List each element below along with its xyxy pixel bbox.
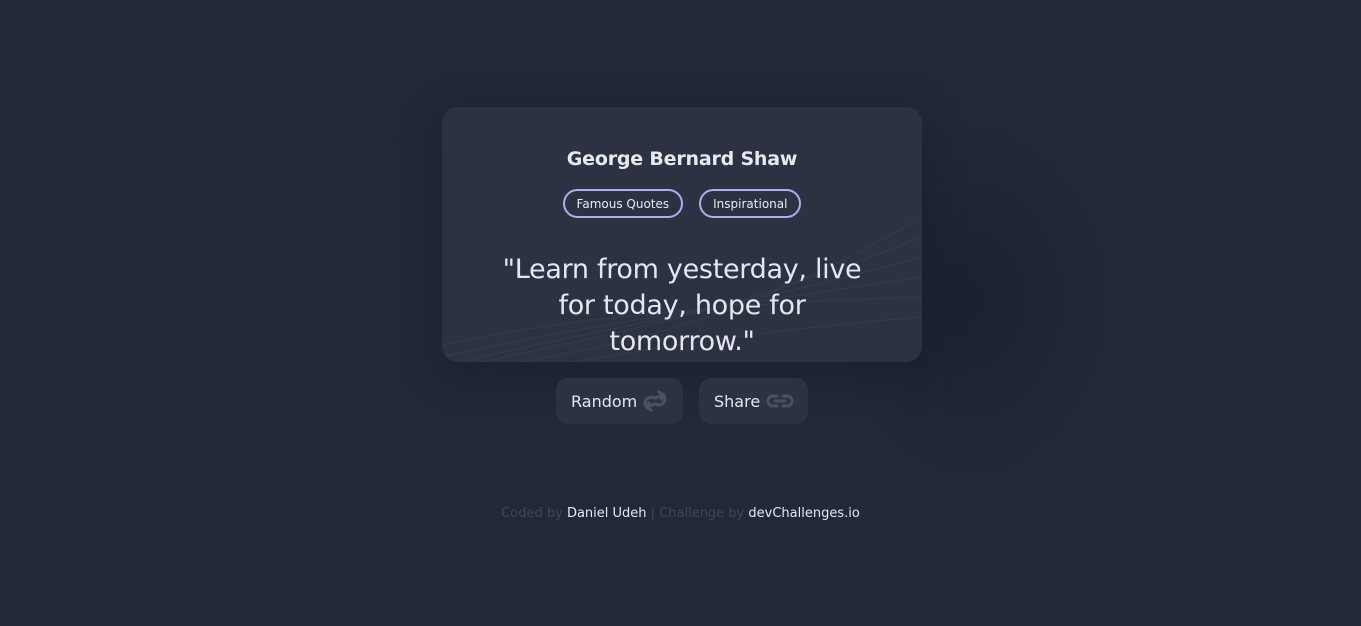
tag-inspirational[interactable]: Inspirational bbox=[699, 189, 802, 218]
link-icon bbox=[766, 389, 794, 413]
random-button-label: Random bbox=[571, 391, 638, 411]
random-button[interactable]: Random bbox=[556, 378, 683, 424]
app-page: George Bernard Shaw Famous Quotes Inspir… bbox=[0, 0, 1361, 626]
quote-author: George Bernard Shaw bbox=[566, 148, 798, 170]
share-button-label: Share bbox=[714, 391, 761, 411]
footer-challenge-by-label: Challenge by bbox=[659, 506, 745, 521]
share-button[interactable]: Share bbox=[699, 378, 808, 424]
footer: Coded by Daniel Udeh | Challenge by devC… bbox=[0, 504, 1361, 524]
footer-coded-by-label: Coded by bbox=[501, 506, 563, 521]
footer-author-link[interactable]: Daniel Udeh bbox=[567, 506, 647, 521]
quote-card: George Bernard Shaw Famous Quotes Inspir… bbox=[442, 107, 922, 362]
footer-separator: | bbox=[650, 506, 656, 521]
action-buttons: Random Share bbox=[556, 378, 808, 424]
shuffle-icon bbox=[641, 389, 669, 413]
tag-famous-quotes[interactable]: Famous Quotes bbox=[562, 189, 684, 218]
footer-challenge-link[interactable]: devChallenges.io bbox=[748, 506, 859, 521]
quote-text: "Learn from yesterday, live for today, h… bbox=[502, 254, 862, 357]
tag-list: Famous Quotes Inspirational bbox=[442, 189, 922, 218]
